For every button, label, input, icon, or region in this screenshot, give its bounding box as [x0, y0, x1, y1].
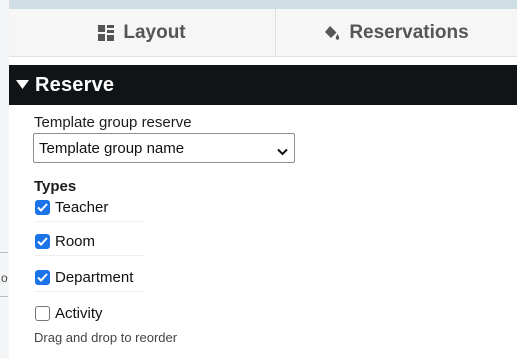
- panel-tabs: Layout Reservations: [9, 9, 517, 57]
- chevron-down-icon: [277, 143, 288, 160]
- background-glyph: o: [1, 271, 8, 285]
- row-divider: [35, 255, 145, 256]
- type-row-room[interactable]: Room: [35, 226, 145, 256]
- type-label-room: Room: [55, 232, 96, 250]
- layout-grid-icon: [98, 24, 115, 41]
- tab-reservations-label: Reservations: [349, 21, 469, 43]
- template-group-select[interactable]: Template group name: [33, 133, 295, 163]
- checkbox-teacher[interactable]: [35, 199, 50, 215]
- app-screen: o Layout Reservations Reserve Template g…: [0, 0, 517, 358]
- checkmark-icon: [37, 236, 48, 246]
- tab-layout[interactable]: Layout: [9, 9, 276, 56]
- checkbox-activity[interactable]: [35, 305, 50, 321]
- checkbox-department[interactable]: [35, 269, 50, 285]
- section-title: Reserve: [35, 73, 115, 96]
- tab-layout-label: Layout: [123, 21, 186, 43]
- background-tick: [0, 252, 8, 253]
- reserve-section-header[interactable]: Reserve: [9, 65, 517, 105]
- type-label-department: Department: [55, 268, 134, 286]
- type-row-teacher[interactable]: Teacher: [35, 192, 145, 222]
- type-label-teacher: Teacher: [55, 198, 109, 216]
- background-tick: [0, 296, 8, 297]
- side-panel: Layout Reservations Reserve Template gro…: [9, 9, 517, 358]
- template-group-label: Template group reserve: [34, 114, 192, 131]
- row-divider: [35, 291, 145, 292]
- type-row-activity[interactable]: Activity: [35, 298, 143, 328]
- caret-down-icon: [16, 76, 29, 94]
- tab-reservations[interactable]: Reservations: [276, 9, 517, 56]
- template-group-selected-value: Template group name: [39, 139, 185, 157]
- checkmark-icon: [37, 272, 48, 282]
- type-row-department[interactable]: Department: [35, 262, 145, 292]
- checkmark-icon: [37, 202, 48, 212]
- checkbox-room[interactable]: [35, 233, 50, 249]
- type-label-activity: Activity: [55, 304, 103, 322]
- row-divider: [35, 221, 145, 222]
- reorder-hint: Drag and drop to reorder: [34, 330, 178, 345]
- top-border: [0, 0, 517, 9]
- paint-bucket-icon: [324, 25, 340, 41]
